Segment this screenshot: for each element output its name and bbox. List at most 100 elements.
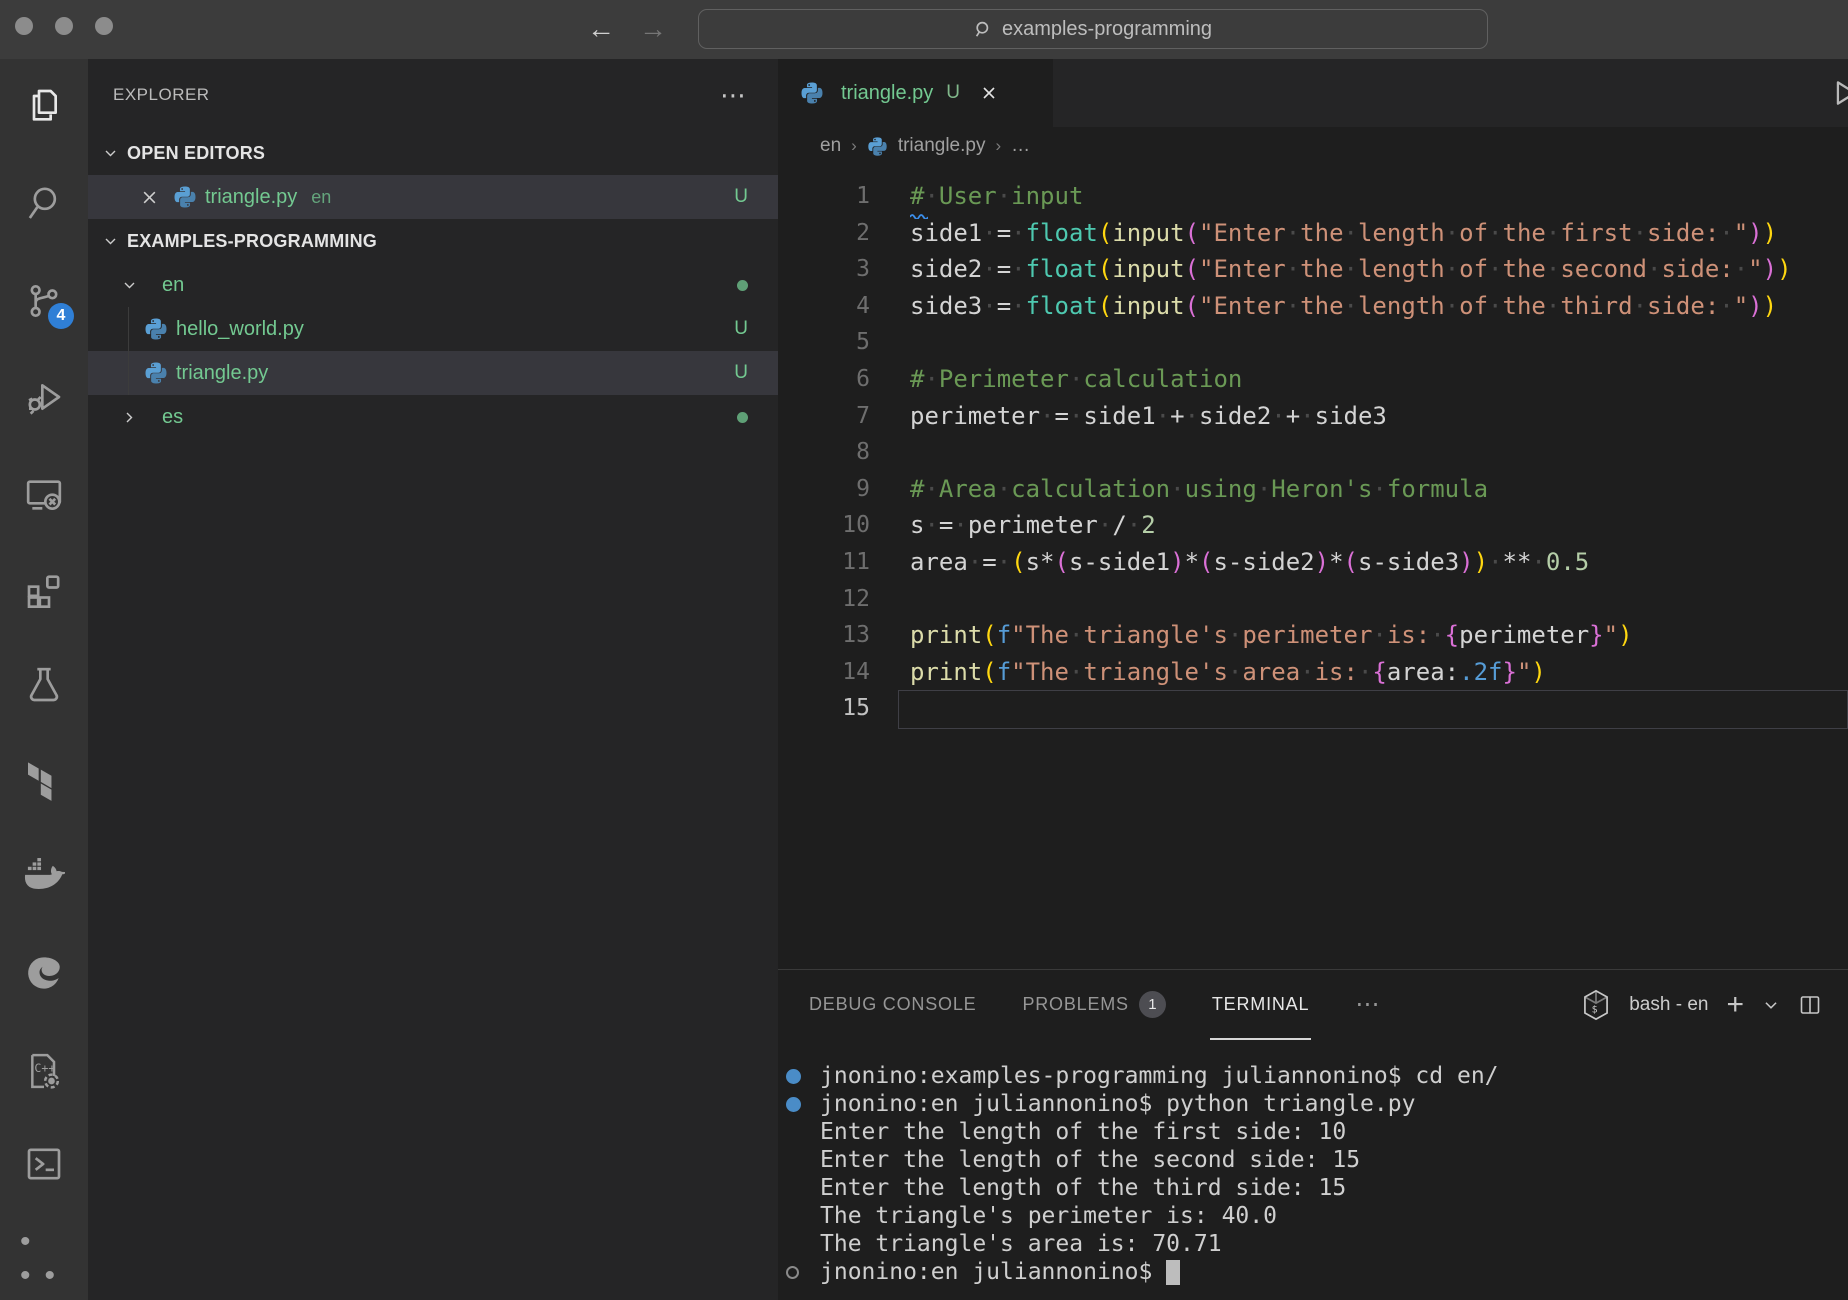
line-number: 4 <box>778 288 870 325</box>
line-number: 6 <box>778 361 870 398</box>
code-line-14[interactable]: 14print(f"The·triangle's·area·is:·{area:… <box>778 654 1848 691</box>
terminal-line: Enter the length of the first side: 10 <box>778 1118 1848 1146</box>
code-line-5[interactable]: 5 <box>778 324 1848 361</box>
chevron-down-icon <box>102 145 119 162</box>
python-file-icon <box>173 185 197 209</box>
command-decoration-filled-icon[interactable] <box>778 1069 820 1084</box>
panel-tab-label: ⋯ <box>1355 990 1381 1019</box>
section-label: OPEN EDITORS <box>127 143 265 164</box>
terminal-dropdown-chevron-icon[interactable] <box>1762 996 1780 1014</box>
terminal-text: jnonino:en juliannonino$ <box>820 1258 1166 1286</box>
tab-close-icon[interactable] <box>979 83 999 103</box>
code-line-7[interactable]: 7perimeter·=·side1·+·side2·+·side3 <box>778 398 1848 435</box>
activity-docker-icon[interactable] <box>20 851 68 899</box>
code-line-12[interactable]: 12 <box>778 581 1848 618</box>
editor-area: triangle.py U en›triangle.py›… 1#·User·i… <box>778 59 1848 1300</box>
line-number: 14 <box>778 654 870 691</box>
line-number: 3 <box>778 251 870 288</box>
activity-testing-icon[interactable] <box>20 661 68 709</box>
terminal-line: jnonino:examples-programming juliannonin… <box>778 1062 1848 1090</box>
svg-text:C++: C++ <box>34 1061 55 1075</box>
panel-tab-terminal[interactable]: TERMINAL <box>1210 970 1311 1040</box>
code-line-13[interactable]: 13print(f"The·triangle's·perimeter·is:·{… <box>778 617 1848 654</box>
code-line-6[interactable]: 6 #·Perimeter·calculation <box>778 361 1848 398</box>
chevron-down-icon <box>121 277 138 294</box>
terminal-text: Enter the length of the third side: 15 <box>820 1174 1346 1202</box>
code-editor[interactable]: 1 #·User·input2side1·=·float(input("Enter… <box>778 165 1848 969</box>
back-arrow-icon[interactable]: ← <box>582 10 620 48</box>
line-content: #·User·input <box>910 178 1083 215</box>
breadcrumb-separator-icon: › <box>995 136 1001 156</box>
chevron-right-icon <box>121 409 138 426</box>
command-decoration-hollow-icon[interactable] <box>778 1266 820 1279</box>
forward-arrow-icon[interactable]: → <box>634 10 672 48</box>
code-line-1[interactable]: 1 #·User·input <box>778 178 1848 215</box>
tree-file-hello_world.py[interactable]: hello_world.pyU <box>88 307 778 351</box>
activity-edge-icon[interactable] <box>20 949 68 997</box>
activity-remote-explorer-icon[interactable] <box>20 471 68 519</box>
terminal-line: The triangle's perimeter is: 40.0 <box>778 1202 1848 1230</box>
activity-search-icon[interactable] <box>20 179 68 227</box>
editor-tab-bar: triangle.py U <box>778 59 1848 127</box>
command-decoration-filled-icon[interactable] <box>778 1097 820 1112</box>
traffic-light-close-icon[interactable] <box>15 17 33 35</box>
activity-source-control-icon[interactable]: 4 <box>20 277 68 325</box>
code-line-4[interactable]: 4side3·=·float(input("Enter·the·length·o… <box>778 288 1848 325</box>
activity-explorer-icon[interactable] <box>20 82 68 130</box>
close-icon[interactable] <box>140 188 159 207</box>
code-line-9[interactable]: 9 #·Area·calculation·using·Heron's·formul… <box>778 471 1848 508</box>
new-terminal-icon[interactable]: + <box>1726 991 1744 1019</box>
file-folder-detail: en <box>311 187 331 208</box>
search-icon <box>974 20 993 39</box>
line-content: side2·=·float(input("Enter·the·length·of… <box>910 251 1792 288</box>
panel-more-actions-icon[interactable]: ⋯ <box>1353 970 1383 1040</box>
terminal-text: The triangle's perimeter is: 40.0 <box>820 1202 1277 1230</box>
section-header-open-editors[interactable]: OPEN EDITORS <box>88 131 778 175</box>
tree-file-triangle.py[interactable]: triangle.pyU <box>88 351 778 395</box>
traffic-light-zoom-icon[interactable] <box>95 17 113 35</box>
terminal-output[interactable]: jnonino:examples-programming juliannonin… <box>778 1040 1848 1300</box>
activity-extensions-icon[interactable] <box>20 566 68 614</box>
run-python-file-icon[interactable] <box>1828 76 1848 110</box>
tree-folder-es[interactable]: es <box>88 395 778 439</box>
activity-run-debug-icon[interactable] <box>20 373 68 421</box>
breadcrumb[interactable]: en›triangle.py›… <box>778 127 1848 165</box>
activity-terminal-icon[interactable] <box>20 1140 68 1188</box>
line-content: #·Perimeter·calculation <box>910 361 1242 398</box>
line-number: 1 <box>778 178 870 215</box>
activity-more-icon[interactable]: • • • <box>20 1235 68 1283</box>
code-line-11[interactable]: 11area·=·(s*(s-side1)*(s-side2)*(s-side3… <box>778 544 1848 581</box>
terminal-text: jnonino:en juliannonino$ python triangle… <box>820 1090 1415 1118</box>
line-number: 9 <box>778 471 870 508</box>
chevron-down-icon <box>102 233 119 250</box>
breadcrumb-item[interactable]: … <box>1011 135 1030 157</box>
untracked-badge: U <box>734 362 748 384</box>
breadcrumb-item[interactable]: triangle.py <box>898 135 986 157</box>
activity-terraform-icon[interactable] <box>20 757 68 805</box>
bash-icon: $ <box>1581 989 1611 1021</box>
section-header-workspace[interactable]: EXAMPLES-PROGRAMMING <box>88 219 778 263</box>
tab-triangle-py[interactable]: triangle.py U <box>778 59 1054 127</box>
code-line-3[interactable]: 3 side2·=·float(input("Enter·the·length·o… <box>778 251 1848 288</box>
breadcrumb-item[interactable]: en <box>820 135 841 157</box>
line-number: 11 <box>778 544 870 581</box>
section-label: EXAMPLES-PROGRAMMING <box>127 231 377 252</box>
search-text: examples-programming <box>1002 18 1212 41</box>
split-terminal-icon[interactable] <box>1798 993 1822 1017</box>
command-center-search[interactable]: examples-programming <box>698 9 1488 49</box>
open-editor-item-triangle.py[interactable]: triangle.pyenU <box>88 175 778 219</box>
code-line-8[interactable]: 8 <box>778 434 1848 471</box>
tree-folder-en[interactable]: en <box>88 263 778 307</box>
line-content: #·Area·calculation·using·Heron's·formula <box>910 471 1488 508</box>
panel-tab-problems[interactable]: PROBLEMS1 <box>1020 970 1167 1040</box>
traffic-light-minimize-icon[interactable] <box>55 17 73 35</box>
terminal-line: The triangle's area is: 70.71 <box>778 1230 1848 1258</box>
code-line-2[interactable]: 2side1·=·float(input("Enter·the·length·o… <box>778 215 1848 252</box>
terminal-instance-label[interactable]: bash - en <box>1629 994 1708 1016</box>
activity-cmake-tools-icon[interactable]: C++ <box>20 1047 68 1095</box>
code-line-10[interactable]: 10s·=·perimeter·/·2 <box>778 507 1848 544</box>
tab-label: triangle.py <box>841 82 933 105</box>
panel-tab-debug-console[interactable]: DEBUG CONSOLE <box>807 970 978 1040</box>
explorer-more-actions-icon[interactable]: ⋯ <box>720 90 748 100</box>
code-line-15[interactable]: 15 <box>778 690 1848 727</box>
